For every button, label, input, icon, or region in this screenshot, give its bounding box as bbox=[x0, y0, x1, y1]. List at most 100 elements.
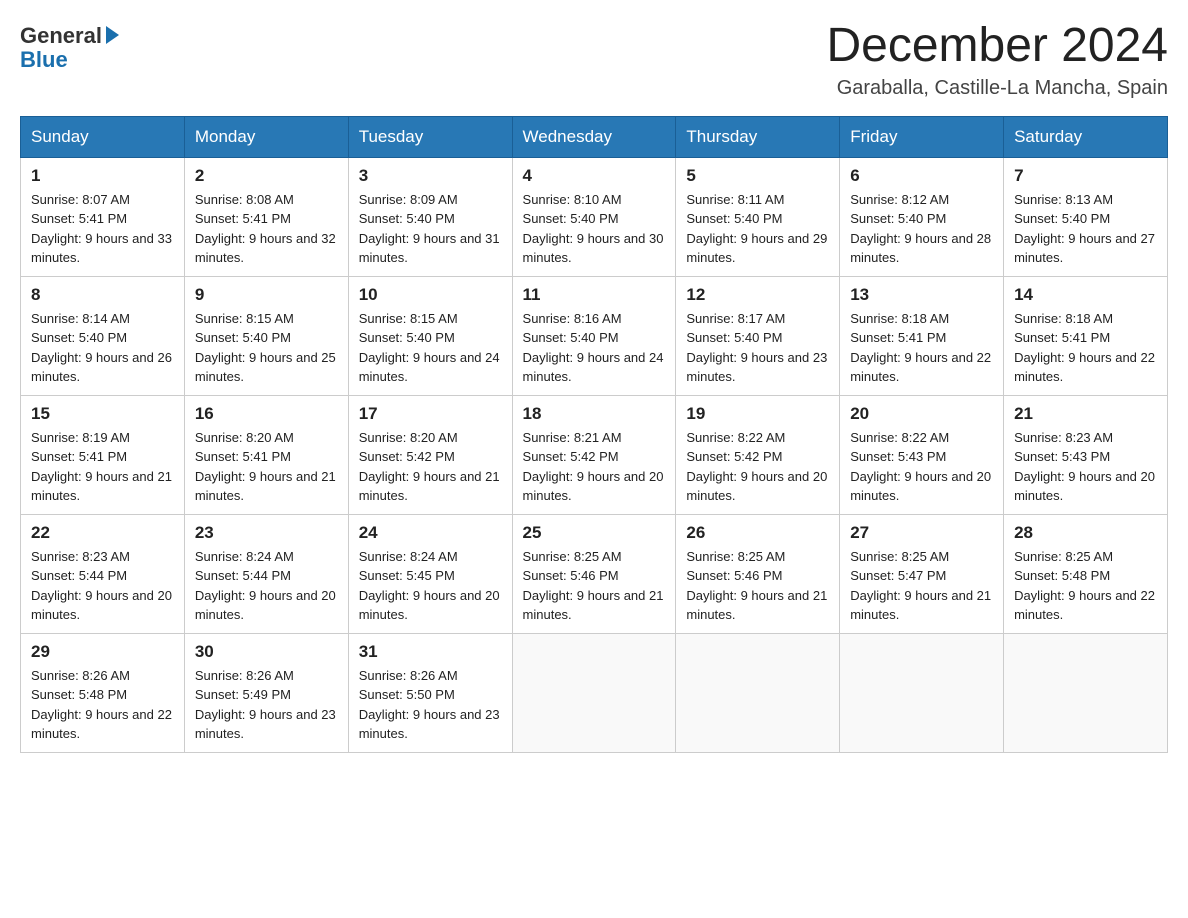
page-header: General Blue December 2024 Garaballa, Ca… bbox=[20, 20, 1168, 100]
table-row: 9 Sunrise: 8:15 AM Sunset: 5:40 PM Dayli… bbox=[184, 276, 348, 395]
table-row: 6 Sunrise: 8:12 AM Sunset: 5:40 PM Dayli… bbox=[840, 157, 1004, 276]
day-info: Sunrise: 8:26 AM Sunset: 5:48 PM Dayligh… bbox=[31, 666, 174, 744]
header-tuesday: Tuesday bbox=[348, 116, 512, 157]
day-number: 16 bbox=[195, 404, 338, 424]
title-block: December 2024 Garaballa, Castille-La Man… bbox=[826, 20, 1168, 100]
day-number: 30 bbox=[195, 642, 338, 662]
day-number: 20 bbox=[850, 404, 993, 424]
day-info: Sunrise: 8:26 AM Sunset: 5:50 PM Dayligh… bbox=[359, 666, 502, 744]
table-row: 5 Sunrise: 8:11 AM Sunset: 5:40 PM Dayli… bbox=[676, 157, 840, 276]
day-info: Sunrise: 8:12 AM Sunset: 5:40 PM Dayligh… bbox=[850, 190, 993, 268]
day-info: Sunrise: 8:10 AM Sunset: 5:40 PM Dayligh… bbox=[523, 190, 666, 268]
table-row: 13 Sunrise: 8:18 AM Sunset: 5:41 PM Dayl… bbox=[840, 276, 1004, 395]
day-number: 29 bbox=[31, 642, 174, 662]
day-info: Sunrise: 8:19 AM Sunset: 5:41 PM Dayligh… bbox=[31, 428, 174, 506]
day-number: 1 bbox=[31, 166, 174, 186]
header-thursday: Thursday bbox=[676, 116, 840, 157]
day-info: Sunrise: 8:22 AM Sunset: 5:43 PM Dayligh… bbox=[850, 428, 993, 506]
day-number: 15 bbox=[31, 404, 174, 424]
day-info: Sunrise: 8:14 AM Sunset: 5:40 PM Dayligh… bbox=[31, 309, 174, 387]
logo-arrow-icon bbox=[106, 26, 119, 44]
day-number: 3 bbox=[359, 166, 502, 186]
day-info: Sunrise: 8:21 AM Sunset: 5:42 PM Dayligh… bbox=[523, 428, 666, 506]
day-info: Sunrise: 8:25 AM Sunset: 5:48 PM Dayligh… bbox=[1014, 547, 1157, 625]
calendar-header-row: Sunday Monday Tuesday Wednesday Thursday… bbox=[21, 116, 1168, 157]
table-row: 16 Sunrise: 8:20 AM Sunset: 5:41 PM Dayl… bbox=[184, 395, 348, 514]
day-number: 14 bbox=[1014, 285, 1157, 305]
header-wednesday: Wednesday bbox=[512, 116, 676, 157]
table-row: 10 Sunrise: 8:15 AM Sunset: 5:40 PM Dayl… bbox=[348, 276, 512, 395]
calendar-week-row: 22 Sunrise: 8:23 AM Sunset: 5:44 PM Dayl… bbox=[21, 514, 1168, 633]
day-info: Sunrise: 8:24 AM Sunset: 5:45 PM Dayligh… bbox=[359, 547, 502, 625]
table-row: 20 Sunrise: 8:22 AM Sunset: 5:43 PM Dayl… bbox=[840, 395, 1004, 514]
logo: General Blue bbox=[20, 20, 119, 72]
day-number: 28 bbox=[1014, 523, 1157, 543]
header-monday: Monday bbox=[184, 116, 348, 157]
day-info: Sunrise: 8:15 AM Sunset: 5:40 PM Dayligh… bbox=[195, 309, 338, 387]
calendar-week-row: 15 Sunrise: 8:19 AM Sunset: 5:41 PM Dayl… bbox=[21, 395, 1168, 514]
day-info: Sunrise: 8:24 AM Sunset: 5:44 PM Dayligh… bbox=[195, 547, 338, 625]
table-row bbox=[1004, 633, 1168, 752]
day-number: 17 bbox=[359, 404, 502, 424]
day-info: Sunrise: 8:08 AM Sunset: 5:41 PM Dayligh… bbox=[195, 190, 338, 268]
day-info: Sunrise: 8:20 AM Sunset: 5:42 PM Dayligh… bbox=[359, 428, 502, 506]
day-number: 11 bbox=[523, 285, 666, 305]
day-number: 27 bbox=[850, 523, 993, 543]
calendar-week-row: 1 Sunrise: 8:07 AM Sunset: 5:41 PM Dayli… bbox=[21, 157, 1168, 276]
day-number: 23 bbox=[195, 523, 338, 543]
day-number: 4 bbox=[523, 166, 666, 186]
day-number: 22 bbox=[31, 523, 174, 543]
table-row: 25 Sunrise: 8:25 AM Sunset: 5:46 PM Dayl… bbox=[512, 514, 676, 633]
day-number: 25 bbox=[523, 523, 666, 543]
table-row: 12 Sunrise: 8:17 AM Sunset: 5:40 PM Dayl… bbox=[676, 276, 840, 395]
table-row: 24 Sunrise: 8:24 AM Sunset: 5:45 PM Dayl… bbox=[348, 514, 512, 633]
table-row: 19 Sunrise: 8:22 AM Sunset: 5:42 PM Dayl… bbox=[676, 395, 840, 514]
location-subtitle: Garaballa, Castille-La Mancha, Spain bbox=[826, 77, 1168, 100]
day-info: Sunrise: 8:20 AM Sunset: 5:41 PM Dayligh… bbox=[195, 428, 338, 506]
table-row: 3 Sunrise: 8:09 AM Sunset: 5:40 PM Dayli… bbox=[348, 157, 512, 276]
day-number: 26 bbox=[686, 523, 829, 543]
calendar-week-row: 8 Sunrise: 8:14 AM Sunset: 5:40 PM Dayli… bbox=[21, 276, 1168, 395]
table-row: 2 Sunrise: 8:08 AM Sunset: 5:41 PM Dayli… bbox=[184, 157, 348, 276]
table-row: 15 Sunrise: 8:19 AM Sunset: 5:41 PM Dayl… bbox=[21, 395, 185, 514]
day-info: Sunrise: 8:25 AM Sunset: 5:46 PM Dayligh… bbox=[686, 547, 829, 625]
day-info: Sunrise: 8:25 AM Sunset: 5:46 PM Dayligh… bbox=[523, 547, 666, 625]
table-row: 27 Sunrise: 8:25 AM Sunset: 5:47 PM Dayl… bbox=[840, 514, 1004, 633]
table-row bbox=[840, 633, 1004, 752]
logo-text-line2: Blue bbox=[20, 48, 119, 72]
table-row: 28 Sunrise: 8:25 AM Sunset: 5:48 PM Dayl… bbox=[1004, 514, 1168, 633]
table-row: 23 Sunrise: 8:24 AM Sunset: 5:44 PM Dayl… bbox=[184, 514, 348, 633]
day-info: Sunrise: 8:07 AM Sunset: 5:41 PM Dayligh… bbox=[31, 190, 174, 268]
day-number: 7 bbox=[1014, 166, 1157, 186]
day-number: 19 bbox=[686, 404, 829, 424]
table-row: 8 Sunrise: 8:14 AM Sunset: 5:40 PM Dayli… bbox=[21, 276, 185, 395]
day-number: 24 bbox=[359, 523, 502, 543]
day-info: Sunrise: 8:16 AM Sunset: 5:40 PM Dayligh… bbox=[523, 309, 666, 387]
table-row: 18 Sunrise: 8:21 AM Sunset: 5:42 PM Dayl… bbox=[512, 395, 676, 514]
header-saturday: Saturday bbox=[1004, 116, 1168, 157]
day-info: Sunrise: 8:18 AM Sunset: 5:41 PM Dayligh… bbox=[1014, 309, 1157, 387]
table-row: 31 Sunrise: 8:26 AM Sunset: 5:50 PM Dayl… bbox=[348, 633, 512, 752]
calendar-table: Sunday Monday Tuesday Wednesday Thursday… bbox=[20, 116, 1168, 753]
day-info: Sunrise: 8:25 AM Sunset: 5:47 PM Dayligh… bbox=[850, 547, 993, 625]
table-row: 29 Sunrise: 8:26 AM Sunset: 5:48 PM Dayl… bbox=[21, 633, 185, 752]
month-title: December 2024 bbox=[826, 20, 1168, 73]
day-number: 12 bbox=[686, 285, 829, 305]
day-info: Sunrise: 8:23 AM Sunset: 5:44 PM Dayligh… bbox=[31, 547, 174, 625]
day-number: 13 bbox=[850, 285, 993, 305]
table-row: 1 Sunrise: 8:07 AM Sunset: 5:41 PM Dayli… bbox=[21, 157, 185, 276]
day-info: Sunrise: 8:15 AM Sunset: 5:40 PM Dayligh… bbox=[359, 309, 502, 387]
header-friday: Friday bbox=[840, 116, 1004, 157]
day-number: 5 bbox=[686, 166, 829, 186]
day-info: Sunrise: 8:11 AM Sunset: 5:40 PM Dayligh… bbox=[686, 190, 829, 268]
day-info: Sunrise: 8:26 AM Sunset: 5:49 PM Dayligh… bbox=[195, 666, 338, 744]
calendar-week-row: 29 Sunrise: 8:26 AM Sunset: 5:48 PM Dayl… bbox=[21, 633, 1168, 752]
day-number: 8 bbox=[31, 285, 174, 305]
day-number: 9 bbox=[195, 285, 338, 305]
table-row: 26 Sunrise: 8:25 AM Sunset: 5:46 PM Dayl… bbox=[676, 514, 840, 633]
day-number: 6 bbox=[850, 166, 993, 186]
header-sunday: Sunday bbox=[21, 116, 185, 157]
table-row: 7 Sunrise: 8:13 AM Sunset: 5:40 PM Dayli… bbox=[1004, 157, 1168, 276]
day-number: 10 bbox=[359, 285, 502, 305]
logo-text-line1: General bbox=[20, 24, 119, 48]
